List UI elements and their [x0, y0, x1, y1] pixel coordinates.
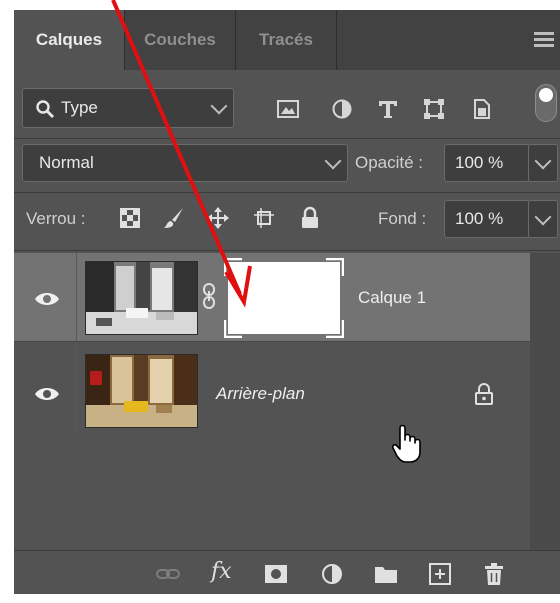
fill-input[interactable]: 100 % — [444, 200, 530, 238]
fill-label: Fond : — [378, 209, 427, 228]
opacity-input[interactable]: 100 % — [444, 144, 530, 182]
layer-style-fx-button[interactable]: fx — [211, 559, 232, 584]
shape-layer-filter-icon[interactable] — [422, 98, 446, 120]
filter-kind-select[interactable]: Type — [22, 88, 234, 128]
lock-transparent-pixels-icon[interactable] — [118, 206, 142, 230]
filter-kind-label: Type — [61, 98, 98, 117]
visibility-eye-icon[interactable] — [33, 384, 61, 404]
smart-object-filter-icon[interactable] — [470, 98, 494, 120]
lock-label: Verrou : — [26, 209, 86, 228]
layer-name[interactable]: Arrière-plan — [216, 384, 305, 404]
layers-panel: Calques Couches Tracés Type Normal Opaci… — [14, 10, 560, 594]
fill-value: 100 % — [455, 209, 504, 228]
chevron-down-icon — [324, 152, 342, 170]
search-icon — [36, 100, 55, 119]
lock-artboard-icon[interactable] — [252, 206, 276, 230]
chevron-down-icon — [534, 152, 552, 170]
lock-image-pixels-icon[interactable] — [162, 206, 186, 230]
filter-toggle[interactable] — [535, 84, 557, 122]
layer-locked-icon[interactable] — [474, 382, 494, 406]
layer-row-arriere-plan[interactable]: Arrière-plan — [14, 342, 530, 434]
lock-position-icon[interactable] — [206, 206, 230, 230]
chevron-down-icon — [534, 208, 552, 226]
tab-calques[interactable]: Calques — [14, 10, 124, 70]
layers-scrollbar[interactable] — [530, 253, 560, 551]
lock-all-icon[interactable] — [298, 206, 322, 230]
hand-cursor-icon — [392, 424, 421, 463]
new-layer-icon[interactable] — [428, 563, 452, 585]
visibility-eye-icon[interactable] — [33, 289, 61, 309]
opacity-dropdown-button[interactable] — [528, 144, 558, 182]
tab-traces[interactable]: Tracés — [236, 10, 336, 70]
layer-thumbnail — [85, 354, 198, 428]
fill-dropdown-button[interactable] — [528, 200, 558, 238]
tab-couches[interactable]: Couches — [125, 10, 235, 70]
chevron-down-icon — [210, 97, 228, 115]
opacity-label: Opacité : — [355, 153, 424, 172]
panel-menu-icon[interactable] — [534, 32, 554, 48]
link-layers-icon[interactable] — [156, 563, 180, 585]
blend-mode-select[interactable]: Normal — [22, 144, 348, 182]
adjustment-layer-filter-icon[interactable] — [330, 98, 354, 120]
layer-row-calque-1[interactable]: Calque 1 — [14, 253, 530, 341]
mask-link-icon[interactable] — [202, 283, 216, 309]
panel-tabs: Calques Couches Tracés — [14, 10, 560, 70]
layer-thumbnail — [85, 261, 198, 335]
type-layer-filter-icon[interactable] — [376, 98, 400, 120]
blend-mode-value: Normal — [39, 153, 94, 172]
new-adjustment-layer-icon[interactable] — [320, 563, 344, 585]
new-group-folder-icon[interactable] — [374, 563, 398, 585]
delete-layer-trash-icon[interactable] — [482, 563, 506, 585]
pixel-layer-filter-icon[interactable] — [276, 98, 300, 120]
panel-bottom-bar: fx — [14, 550, 560, 594]
opacity-value: 100 % — [455, 153, 504, 172]
layer-mask-thumbnail[interactable] — [224, 258, 344, 338]
layer-name[interactable]: Calque 1 — [358, 288, 426, 308]
add-mask-icon[interactable] — [264, 563, 288, 585]
